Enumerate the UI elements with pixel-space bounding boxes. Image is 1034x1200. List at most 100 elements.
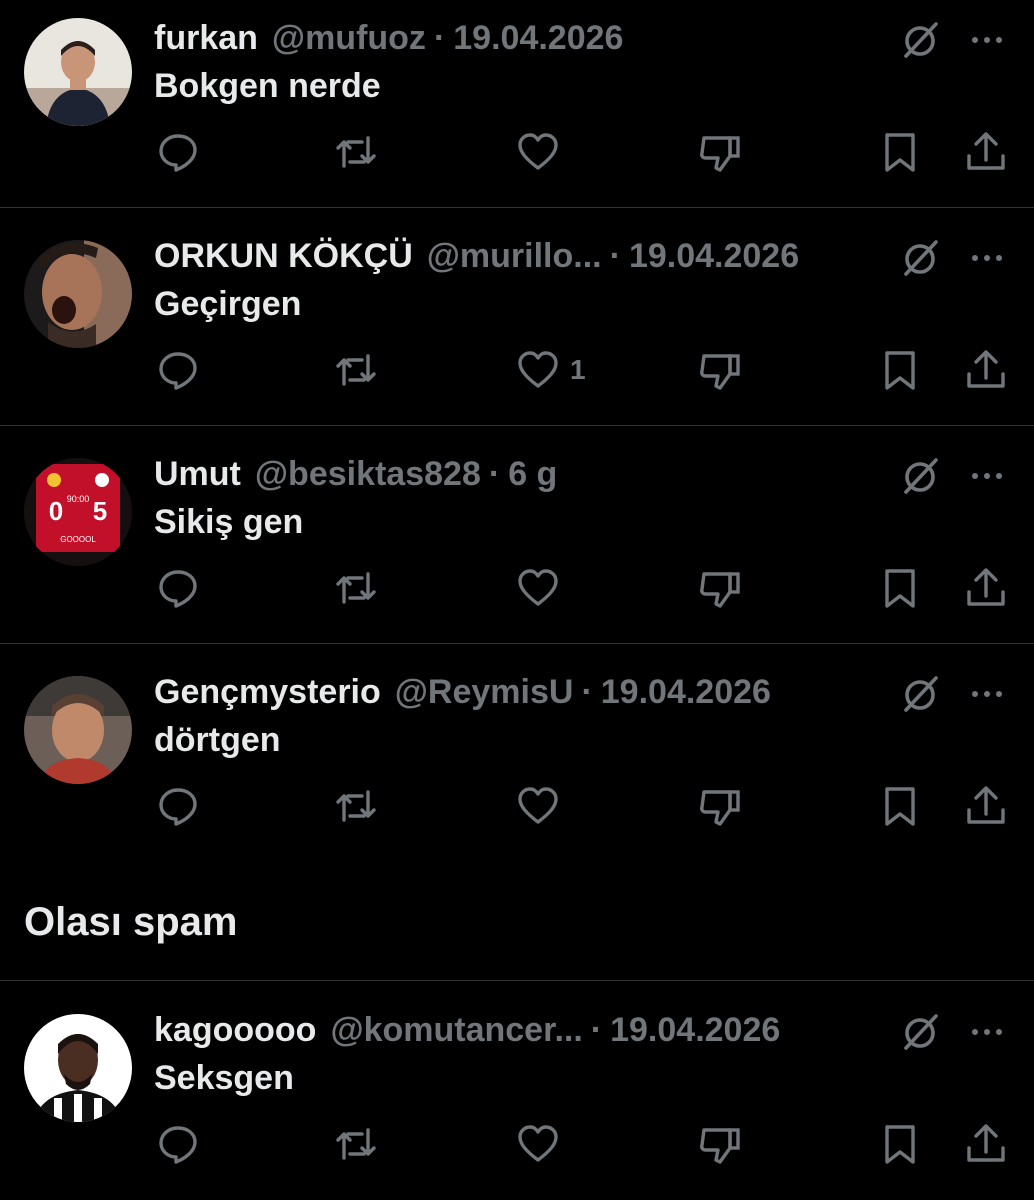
score-right: 5 bbox=[93, 496, 107, 526]
avatar[interactable] bbox=[24, 676, 132, 784]
separator-dot: · bbox=[590, 1011, 603, 1049]
retweet-button[interactable] bbox=[334, 346, 382, 394]
separator-dot: · bbox=[433, 19, 446, 57]
grok-button[interactable] bbox=[898, 1010, 942, 1054]
reply-icon bbox=[159, 352, 197, 390]
retweet-button[interactable] bbox=[334, 1120, 382, 1168]
author-handle[interactable]: @besiktas828 bbox=[255, 452, 481, 496]
timestamp[interactable]: 6 g bbox=[508, 452, 557, 496]
reply-text: Sikiş gen bbox=[154, 503, 304, 541]
more-icon bbox=[972, 691, 1002, 697]
share-icon bbox=[967, 350, 1005, 388]
goal-text: GOOOOL bbox=[60, 535, 96, 544]
match-clock: 90:00 bbox=[67, 494, 90, 504]
avatar[interactable] bbox=[24, 1014, 132, 1122]
bookmark-icon bbox=[885, 351, 915, 390]
like-icon bbox=[518, 351, 558, 388]
retweet-button[interactable] bbox=[334, 128, 382, 176]
grok-button[interactable] bbox=[898, 672, 942, 716]
author-name[interactable]: ORKUN KÖKÇÜ bbox=[154, 234, 413, 278]
possible-spam-heading[interactable]: Olası spam bbox=[24, 898, 237, 946]
divider bbox=[0, 980, 1034, 981]
like-button[interactable]: 1 bbox=[516, 346, 606, 394]
reply-button[interactable] bbox=[156, 128, 204, 176]
like-button[interactable] bbox=[516, 782, 606, 830]
author-handle[interactable]: @mufuoz bbox=[272, 16, 426, 60]
author-name[interactable]: kagooooo bbox=[154, 1008, 316, 1052]
bookmark-button[interactable] bbox=[878, 564, 926, 612]
retweet-button[interactable] bbox=[334, 782, 382, 830]
divider bbox=[0, 425, 1034, 426]
grok-icon bbox=[904, 676, 938, 712]
author-handle[interactable]: @murillo... bbox=[427, 234, 602, 278]
author-name[interactable]: furkan bbox=[154, 16, 258, 60]
more-icon bbox=[972, 255, 1002, 261]
more-button[interactable] bbox=[962, 236, 1012, 280]
bookmark-button[interactable] bbox=[878, 346, 926, 394]
bookmark-button[interactable] bbox=[878, 128, 926, 176]
reply-button[interactable] bbox=[156, 564, 204, 612]
share-button[interactable] bbox=[964, 564, 1012, 612]
share-button[interactable] bbox=[964, 346, 1012, 394]
dislike-icon bbox=[700, 1128, 740, 1164]
bookmark-icon bbox=[885, 569, 915, 608]
timestamp[interactable]: 19.04.2026 bbox=[601, 670, 771, 714]
avatar[interactable]: 0 5 90:00 GOOOOL bbox=[24, 458, 132, 566]
more-button[interactable] bbox=[962, 454, 1012, 498]
reply-icon bbox=[159, 134, 197, 172]
reply-header: Umut @besiktas828 · 6 g bbox=[154, 452, 557, 496]
like-button[interactable] bbox=[516, 1120, 606, 1168]
score-left: 0 bbox=[49, 496, 63, 526]
grok-button[interactable] bbox=[898, 236, 942, 280]
author-name[interactable]: Umut bbox=[154, 452, 241, 496]
timestamp[interactable]: 19.04.2026 bbox=[610, 1008, 780, 1052]
retweet-icon bbox=[336, 790, 376, 822]
share-icon bbox=[967, 786, 1005, 824]
share-button[interactable] bbox=[964, 782, 1012, 830]
divider bbox=[0, 643, 1034, 644]
dislike-icon bbox=[700, 136, 740, 172]
footballer-shouting-avatar bbox=[24, 240, 132, 348]
author-handle[interactable]: @komutancer... bbox=[330, 1008, 582, 1052]
dislike-button[interactable] bbox=[698, 346, 746, 394]
grok-button[interactable] bbox=[898, 454, 942, 498]
more-button[interactable] bbox=[962, 672, 1012, 716]
more-button[interactable] bbox=[962, 18, 1012, 62]
divider bbox=[0, 207, 1034, 208]
bookmark-icon bbox=[885, 787, 915, 826]
more-icon bbox=[972, 1029, 1002, 1035]
more-icon bbox=[972, 37, 1002, 43]
reply-button[interactable] bbox=[156, 346, 204, 394]
like-button[interactable] bbox=[516, 128, 606, 176]
avatar[interactable] bbox=[24, 18, 132, 126]
dislike-button[interactable] bbox=[698, 782, 746, 830]
share-button[interactable] bbox=[964, 128, 1012, 176]
like-icon bbox=[518, 1125, 558, 1162]
reply-icon bbox=[159, 570, 197, 608]
retweet-button[interactable] bbox=[334, 564, 382, 612]
reply-icon bbox=[159, 1126, 197, 1164]
author-name[interactable]: Gençmysterio bbox=[154, 670, 381, 714]
bookmark-button[interactable] bbox=[878, 782, 926, 830]
reply-button[interactable] bbox=[156, 782, 204, 830]
share-button[interactable] bbox=[964, 1120, 1012, 1168]
bookmark-icon bbox=[885, 1125, 915, 1164]
author-handle[interactable]: @ReymisU bbox=[395, 670, 574, 714]
more-button[interactable] bbox=[962, 1010, 1012, 1054]
grok-button[interactable] bbox=[898, 18, 942, 62]
separator-dot: · bbox=[609, 237, 621, 275]
action-bar bbox=[0, 782, 1034, 826]
bookmark-button[interactable] bbox=[878, 1120, 926, 1168]
dislike-button[interactable] bbox=[698, 1120, 746, 1168]
avatar[interactable] bbox=[24, 240, 132, 348]
dislike-button[interactable] bbox=[698, 564, 746, 612]
reply-button[interactable] bbox=[156, 1120, 204, 1168]
timestamp[interactable]: 19.04.2026 bbox=[453, 16, 623, 60]
like-button[interactable] bbox=[516, 564, 606, 612]
like-count: 1 bbox=[570, 354, 586, 385]
share-icon bbox=[967, 1124, 1005, 1162]
action-bar bbox=[0, 128, 1034, 172]
timestamp[interactable]: 19.04.2026 bbox=[629, 234, 799, 278]
dislike-button[interactable] bbox=[698, 128, 746, 176]
dislike-icon bbox=[700, 354, 740, 390]
